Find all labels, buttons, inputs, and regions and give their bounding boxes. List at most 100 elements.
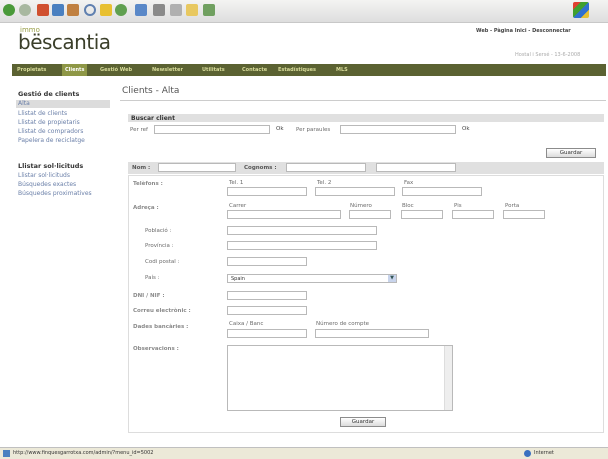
account-label: Número de compte [316,321,369,327]
bank-entity-label: Caixa / Banc [229,321,264,327]
save-button-bottom[interactable]: Guardar [340,417,386,427]
nav-mls[interactable]: MLS [336,67,348,73]
nav-clients[interactable]: Clients [62,64,88,76]
sidebar-item-llistat-propietaris[interactable]: Llistat de propietaris [18,119,80,126]
search-ok-ref[interactable]: Ok [276,126,284,132]
status-bar: http://www.finquesgarrotxa.com/admin/?me… [0,447,608,459]
print-icon[interactable] [153,4,165,16]
back-icon[interactable] [3,4,15,16]
nav-newsletter[interactable]: Newsletter [152,67,183,73]
nav-contacte[interactable]: Contacte [242,67,267,73]
sidebar-heading-clients: Gestió de clients [18,90,80,98]
door-label: Porta [505,203,520,209]
globe-icon [524,450,531,457]
province-label: Província : [145,243,174,249]
sidebar-item-llistat-clients[interactable]: Llistat de clients [18,110,67,117]
status-url: http://www.finquesgarrotxa.com/admin/?me… [13,450,154,456]
search-ref-input[interactable] [154,125,270,134]
block-input[interactable] [401,210,443,219]
account-input[interactable] [315,329,429,338]
sidebar-item-papelera[interactable]: Papelera de reciclatge [18,137,85,144]
dni-input[interactable] [227,291,307,300]
search-words-input[interactable] [340,125,456,134]
sidebar-item-llistat-compradors[interactable]: Llistat de compradors [18,128,83,135]
block-label: Bloc [402,203,414,209]
notes-textarea[interactable] [227,345,453,411]
search-title: Buscar client [131,115,175,122]
search-section-header: Buscar client [128,114,604,122]
address-label: Adreça : [133,205,159,211]
number-input[interactable] [349,210,391,219]
surname-input-1[interactable] [286,163,366,172]
status-zone: Internet [534,450,554,456]
notes-label: Observacions : [133,346,179,352]
postcode-label: Codi postal : [145,259,180,265]
sidebar-item-busquedes-proximatives[interactable]: Búsquedes proximatives [18,190,92,197]
country-select[interactable]: Spain ▼ [227,274,397,283]
street-input[interactable] [227,210,341,219]
tel2-input[interactable] [315,187,395,196]
refresh-icon[interactable] [52,4,64,16]
number-label: Número [350,203,372,209]
tel2-label: Tel. 2 [317,180,332,186]
search-words-label: Per paraules [296,127,331,133]
search-ok-words[interactable]: Ok [462,126,470,132]
street-label: Carrer [229,203,247,209]
name-input[interactable] [158,163,236,172]
page-icon [3,450,10,457]
nav-propietats[interactable]: Propietats [17,67,46,73]
bank-label: Dades bancàries : [133,324,189,330]
favorites-icon[interactable] [100,4,112,16]
chevron-down-icon[interactable]: ▼ [388,275,396,282]
top-links[interactable]: Web - Pàgina Inici - Desconnectar [476,28,571,34]
messenger-icon[interactable] [203,4,215,16]
tel1-label: Tel. 1 [229,180,244,186]
notes-scrollbar[interactable] [444,346,452,410]
town-input[interactable] [227,226,377,235]
main-nav: Propietats Clients Gestió Web Newsletter… [12,64,606,76]
surname-label: Cognoms : [244,165,277,171]
email-label: Correu electrònic : [133,308,191,314]
name-label: Nom : [132,165,151,171]
email-input[interactable] [227,306,307,315]
logo: bëscantia [18,30,111,54]
windows-flag-icon [573,2,589,18]
search-ref-label: Per ref [130,127,148,133]
country-value: Spain [231,276,245,282]
user-date: Hostal i Sersé - 13-6-2008 [515,52,581,58]
door-input[interactable] [503,210,545,219]
edit-icon[interactable] [170,4,182,16]
browser-toolbar [0,0,608,23]
province-input[interactable] [227,241,377,250]
surname-input-2[interactable] [376,163,456,172]
nav-utilitats[interactable]: Utilitats [202,67,225,73]
stop-icon[interactable] [37,4,49,16]
home-icon[interactable] [67,4,79,16]
phone-label: Telèfons : [133,181,163,187]
tel1-input[interactable] [227,187,307,196]
country-label: País : [145,275,160,281]
fax-input[interactable] [402,187,482,196]
sidebar-item-busquedes-exactes[interactable]: Búsquedes exactes [18,181,76,188]
sidebar-item-llistar-sollicituds[interactable]: Llistar sol·licituds [18,172,70,179]
sidebar-item-alta[interactable]: Alta [16,100,110,108]
forward-icon[interactable] [19,4,31,16]
save-button-top[interactable]: Guardar [546,148,596,158]
bank-entity-input[interactable] [227,329,307,338]
dni-label: DNI / NIF : [133,293,165,299]
sidebar-item-label: Alta [18,100,30,107]
folder-icon[interactable] [186,4,198,16]
page-title: Clients - Alta [122,86,180,96]
mail-icon[interactable] [135,4,147,16]
history-icon[interactable] [115,4,127,16]
search-icon[interactable] [84,4,96,16]
sidebar-heading-sollicituds: Llistar sol·licituds [18,162,84,170]
postcode-input[interactable] [227,257,307,266]
town-label: Població : [145,228,172,234]
title-divider [120,100,606,101]
nav-gestio-web[interactable]: Gestió Web [100,67,132,73]
floor-label: Pis [454,203,462,209]
nav-estadistiques[interactable]: Estadístiques [278,67,316,73]
floor-input[interactable] [452,210,494,219]
fax-label: Fax [404,180,414,186]
